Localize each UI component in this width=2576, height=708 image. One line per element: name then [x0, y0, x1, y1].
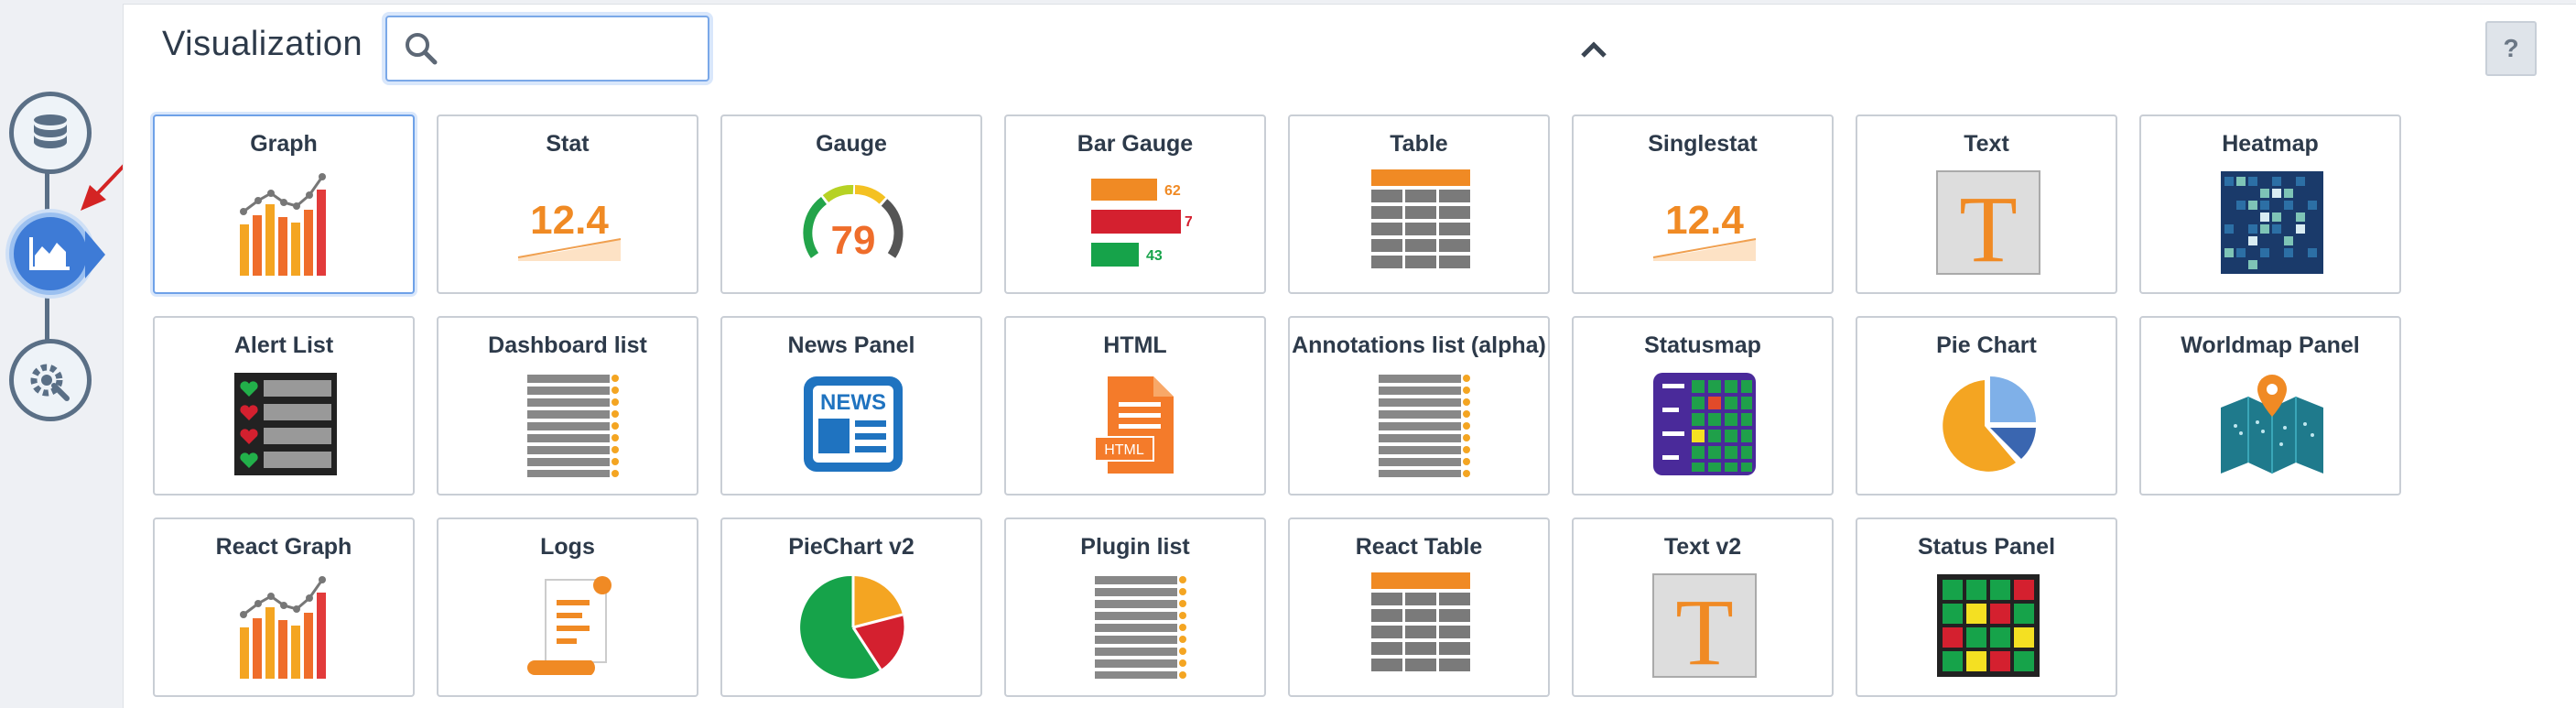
news-icon: NEWS [804, 376, 903, 472]
plugin-card-gauge[interactable]: Gauge 79 [720, 114, 982, 294]
plugin-label: React Table [1355, 534, 1483, 560]
plugin-card-status-panel[interactable]: Status Panel [1856, 517, 2117, 697]
bar-gauge-icon: 62 76 43 [1091, 179, 1192, 267]
plugin-card-stat[interactable]: Stat 12.4 [437, 114, 698, 294]
plugin-label: Bar Gauge [1077, 131, 1194, 157]
plugin-label: Worldmap Panel [2181, 332, 2360, 358]
table-icon [1371, 572, 1470, 671]
statusmap-icon [1653, 373, 1756, 475]
plugin-label: Singlestat [1648, 131, 1758, 157]
plugin-card-text[interactable]: Text T [1856, 114, 2117, 294]
html-file-icon: HTML [1094, 376, 1174, 474]
plugin-card-heatmap[interactable]: Heatmap [2139, 114, 2401, 294]
alert-list-icon [234, 373, 337, 475]
area-chart-icon [29, 237, 70, 270]
list-icon [527, 375, 619, 477]
plugin-card-plugin-list[interactable]: Plugin list [1004, 517, 1266, 697]
logs-icon [527, 576, 612, 675]
text-icon: T [1652, 573, 1757, 681]
plugin-label: Status Panel [1917, 534, 2056, 560]
plugin-card-react-table[interactable]: React Table [1288, 517, 1550, 697]
singlestat-icon: 12.4 [1652, 198, 1757, 261]
graph-icon [240, 173, 326, 276]
text-letter: T [1959, 177, 2018, 278]
plugin-card-singlestat[interactable]: Singlestat 12.4 [1572, 114, 1834, 294]
settings-icon [30, 364, 70, 401]
html-badge-text: HTML [1104, 442, 1144, 458]
plugin-card-dashboard-list[interactable]: Dashboard list [437, 316, 698, 496]
plugin-card-table[interactable]: Table [1288, 114, 1550, 294]
plugin-label: HTML [1103, 332, 1167, 358]
plugin-card-worldmap-panel[interactable]: Worldmap Panel [2139, 316, 2401, 496]
list-icon [1379, 375, 1470, 477]
plugin-label: PieChart v2 [788, 534, 915, 560]
collapse-chevron-up-icon[interactable] [1575, 32, 1612, 69]
stat-icon: 12.4 [517, 198, 622, 261]
plugin-card-statusmap[interactable]: Statusmap [1572, 316, 1834, 496]
plugin-label: Pie Chart [1936, 332, 2037, 358]
plugin-card-news-panel[interactable]: News Panel NEWS [720, 316, 982, 496]
bar-gauge-value-3: 43 [1146, 248, 1163, 264]
graph-icon [240, 576, 326, 679]
plugin-label: Text [1964, 131, 2009, 157]
plugin-label: Text v2 [1663, 534, 1742, 560]
left-rail [0, 0, 200, 707]
singlestat-value: 12.4 [1665, 198, 1744, 243]
search-icon [406, 33, 438, 65]
active-indicator [85, 231, 105, 278]
visualization-panel: Visualization ? Graph Stat 12.4 Gauge 79… [123, 4, 2576, 708]
bar-gauge-value-2: 76 [1185, 214, 1192, 230]
worldmap-icon [2221, 375, 2323, 474]
page-title: Visualization [162, 25, 363, 63]
plugin-card-pie-chart[interactable]: Pie Chart [1856, 316, 2117, 496]
status-panel-icon [1937, 574, 2040, 677]
plugin-card-bar-gauge[interactable]: Bar Gauge 62 76 43 [1004, 114, 1266, 294]
list-icon [1095, 576, 1186, 679]
plugin-label: Graph [250, 131, 318, 157]
pie-chart-icon [1943, 376, 2036, 472]
plugin-label: Stat [546, 131, 590, 157]
plugin-label: Gauge [816, 131, 887, 157]
table-icon [1371, 169, 1470, 268]
search-box[interactable] [385, 16, 709, 82]
plugin-card-annotations-list[interactable]: Annotations list (alpha) [1288, 316, 1550, 496]
plugin-card-piechart-v2[interactable]: PieChart v2 [720, 517, 982, 697]
text-icon: T [1936, 170, 2040, 278]
rail-settings-button[interactable] [9, 339, 92, 421]
panel-header: Visualization ? [124, 5, 2576, 96]
stat-value: 12.4 [530, 198, 609, 243]
heatmap-icon [2221, 171, 2323, 274]
search-input[interactable] [438, 25, 686, 72]
plugin-label: Heatmap [2222, 131, 2319, 157]
plugin-card-react-graph[interactable]: React Graph [153, 517, 415, 697]
plugin-label: React Graph [215, 534, 352, 560]
plugin-card-html[interactable]: HTML HTML [1004, 316, 1266, 496]
plugin-label: Statusmap [1644, 332, 1761, 358]
news-badge-text: NEWS [820, 390, 886, 415]
bar-gauge-value-1: 62 [1164, 183, 1181, 199]
plugin-card-graph[interactable]: Graph [153, 114, 415, 294]
plugin-label: Alert List [233, 332, 334, 358]
plugin-label: Dashboard list [488, 332, 647, 358]
plugin-card-alert-list[interactable]: Alert List [153, 316, 415, 496]
plugin-label: News Panel [787, 332, 915, 358]
gauge-value: 79 [831, 218, 876, 263]
text-letter: T [1675, 580, 1734, 681]
piechart-v2-icon [800, 575, 904, 679]
help-button[interactable]: ? [2485, 21, 2537, 76]
plugin-label: Table [1390, 131, 1448, 157]
plugin-label: Annotations list (alpha) [1292, 332, 1546, 358]
plugin-card-logs[interactable]: Logs [437, 517, 698, 697]
plugin-label: Plugin list [1080, 534, 1190, 560]
plugin-card-text-v2[interactable]: Text v2 T [1572, 517, 1834, 697]
plugin-label: Logs [540, 534, 595, 560]
gauge-icon: 79 [803, 184, 904, 263]
